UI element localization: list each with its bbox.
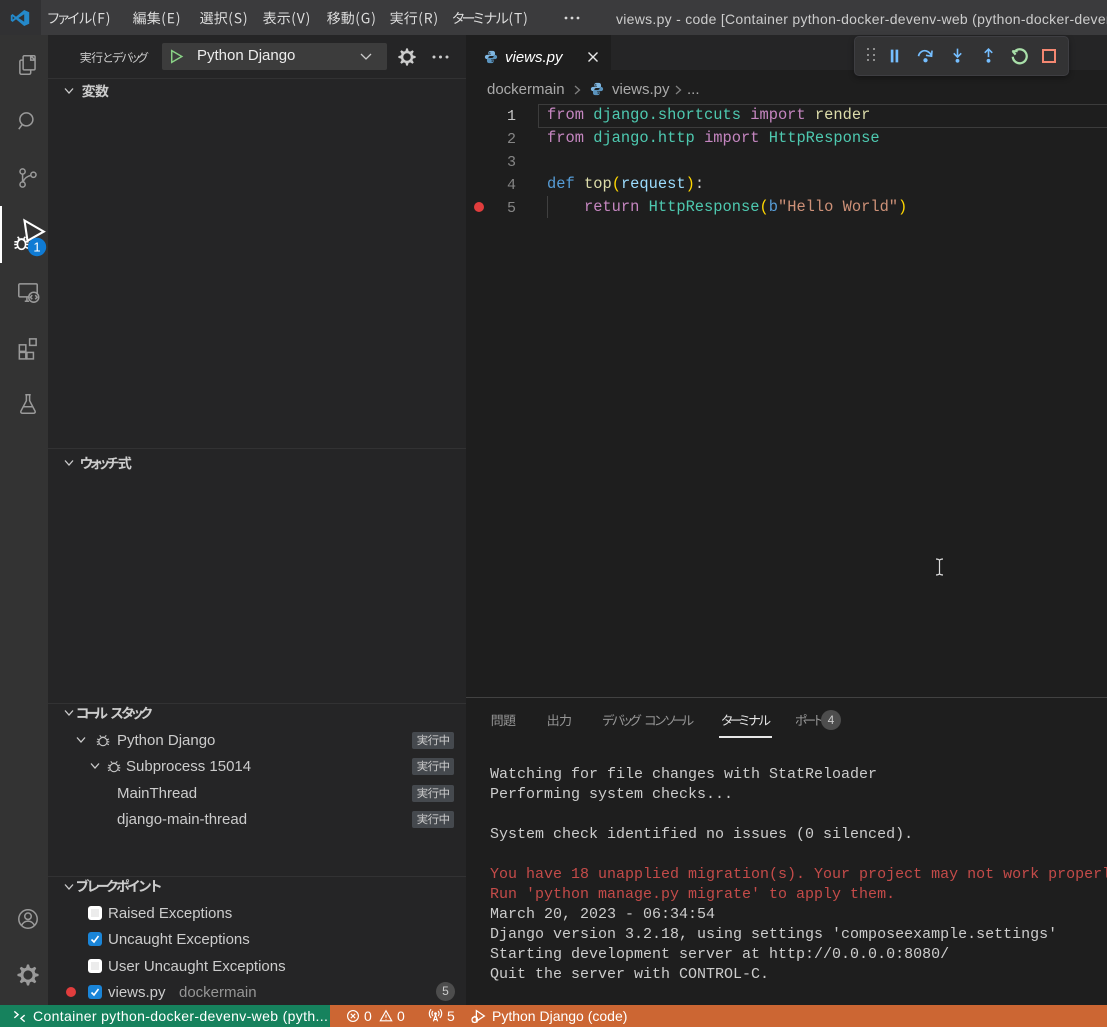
svg-text:1: 1 <box>33 240 40 255</box>
